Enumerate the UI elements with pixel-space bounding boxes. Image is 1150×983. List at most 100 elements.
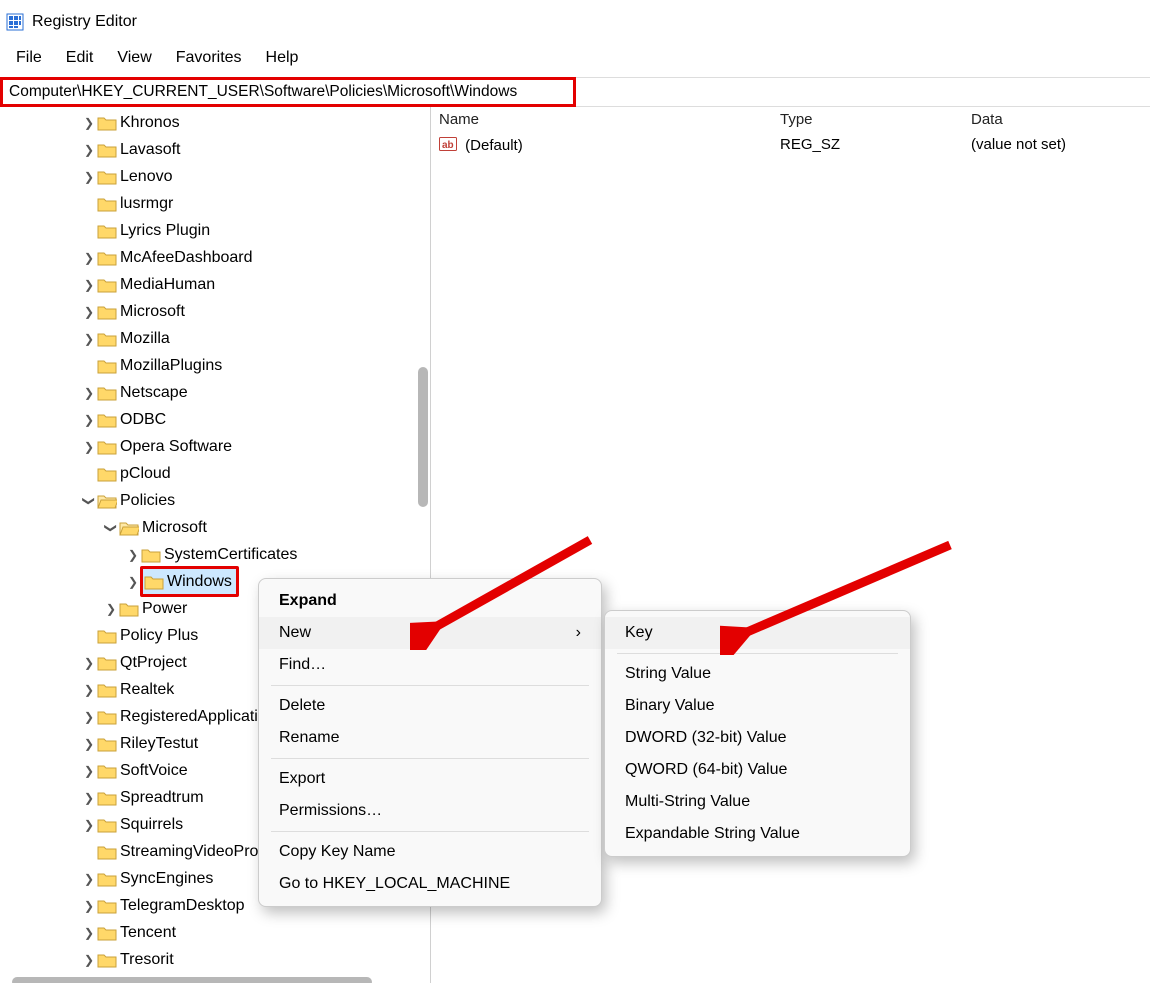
expand-icon[interactable]: ❯ xyxy=(126,548,140,562)
menu-help[interactable]: Help xyxy=(256,47,309,69)
tree-item-label: MediaHuman xyxy=(120,276,215,294)
value-type: REG_SZ xyxy=(772,132,963,160)
ctx-find[interactable]: Find… xyxy=(259,649,601,681)
separator xyxy=(617,653,898,654)
tree-item-label: Spreadtrum xyxy=(120,789,204,807)
ctx-new-multistring[interactable]: Multi-String Value xyxy=(605,786,910,818)
expand-icon[interactable]: ❯ xyxy=(104,602,118,616)
tree-item[interactable]: .pCloud xyxy=(0,460,430,487)
expand-icon[interactable]: ❯ xyxy=(82,656,96,670)
tree-item[interactable]: ❯ MediaHuman xyxy=(0,271,430,298)
expand-icon[interactable]: ❯ xyxy=(82,683,96,697)
tree-item-label: QtProject xyxy=(120,654,187,672)
expand-icon[interactable]: ❯ xyxy=(82,278,96,292)
expand-icon[interactable]: ❯ xyxy=(82,251,96,265)
expand-icon[interactable]: ❯ xyxy=(82,899,96,913)
value-data: (value not set) xyxy=(963,132,1150,160)
expand-icon[interactable]: ❯ xyxy=(82,386,96,400)
tree-item[interactable]: ❯ Netscape xyxy=(0,379,430,406)
ctx-rename[interactable]: Rename xyxy=(259,722,601,754)
tree-item-label: RileyTestut xyxy=(120,735,198,753)
expand-icon[interactable]: ❯ xyxy=(82,926,96,940)
expand-icon[interactable]: ❯ xyxy=(82,413,96,427)
ctx-new[interactable]: New › xyxy=(259,617,601,649)
ctx-new-dword[interactable]: DWORD (32-bit) Value xyxy=(605,722,910,754)
menu-file[interactable]: File xyxy=(6,47,52,69)
tree-item[interactable]: ❯Mozilla xyxy=(0,325,430,352)
menu-view[interactable]: View xyxy=(107,47,161,69)
tree-item[interactable]: ❯McAfeeDashboard xyxy=(0,244,430,271)
horizontal-scrollbar-thumb[interactable] xyxy=(12,977,372,983)
tree-item[interactable]: ❯ Opera Software xyxy=(0,433,430,460)
tree-item-label: Lavasoft xyxy=(120,141,180,159)
expand-icon[interactable]: ❯ xyxy=(82,143,96,157)
tree-item[interactable]: .MozillaPlugins xyxy=(0,352,430,379)
expand-icon[interactable]: ❯ xyxy=(126,575,140,589)
tree-item-label: Realtek xyxy=(120,681,174,699)
context-menu: Expand New › Find… Delete Rename Export … xyxy=(258,578,602,907)
tree-item[interactable]: .lusrmgr xyxy=(0,190,430,217)
tree-item[interactable]: ❯Lenovo xyxy=(0,163,430,190)
string-value-icon: ab xyxy=(439,136,457,156)
tree-item-label: TelegramDesktop xyxy=(120,897,245,915)
ctx-new-qword[interactable]: QWORD (64-bit) Value xyxy=(605,754,910,786)
expand-icon[interactable]: ❯ xyxy=(82,737,96,751)
tree-item-label: Policies xyxy=(120,492,175,510)
collapse-icon[interactable]: ❯ xyxy=(104,521,118,535)
separator xyxy=(271,758,589,759)
ctx-new-expandstring[interactable]: Expandable String Value xyxy=(605,818,910,850)
ctx-new-binary[interactable]: Binary Value xyxy=(605,690,910,722)
ctx-export[interactable]: Export xyxy=(259,763,601,795)
tree-item[interactable]: ❯ Policies xyxy=(0,487,430,514)
tree-item[interactable]: ❯ ODBC xyxy=(0,406,430,433)
tree-item[interactable]: .Lyrics Plugin xyxy=(0,217,430,244)
tree-item[interactable]: ❯SystemCertificates xyxy=(0,541,430,568)
vertical-scrollbar-thumb[interactable] xyxy=(418,367,428,507)
address-bar[interactable]: Computer\HKEY_CURRENT_USER\Software\Poli… xyxy=(0,77,576,107)
tree-item-label: ODBC xyxy=(120,411,166,429)
collapse-icon[interactable]: ❯ xyxy=(82,494,96,508)
expand-icon[interactable]: ❯ xyxy=(82,791,96,805)
ctx-goto-hklm[interactable]: Go to HKEY_LOCAL_MACHINE xyxy=(259,868,601,900)
ctx-copy-key-name[interactable]: Copy Key Name xyxy=(259,836,601,868)
ctx-expand[interactable]: Expand xyxy=(259,585,601,617)
expand-icon[interactable]: ❯ xyxy=(82,116,96,130)
column-header-type[interactable]: Type xyxy=(772,107,963,132)
submenu-arrow-icon: › xyxy=(576,624,581,642)
ctx-permissions[interactable]: Permissions… xyxy=(259,795,601,827)
expand-icon[interactable]: ❯ xyxy=(82,440,96,454)
ctx-new-string[interactable]: String Value xyxy=(605,658,910,690)
tree-item[interactable]: ❯ Lavasoft xyxy=(0,136,430,163)
tree-item-label: Netscape xyxy=(120,384,188,402)
tree-item-label: Opera Software xyxy=(120,438,232,456)
expand-icon[interactable]: ❯ xyxy=(82,818,96,832)
tree-item-label: Microsoft xyxy=(142,519,207,537)
tree-item-label: Policy Plus xyxy=(120,627,198,645)
tree-item[interactable]: ❯ Tresorit xyxy=(0,946,430,973)
expand-icon[interactable]: ❯ xyxy=(82,332,96,346)
ctx-new-key[interactable]: Key xyxy=(605,617,910,649)
column-header-data[interactable]: Data xyxy=(963,107,1150,132)
menu-favorites[interactable]: Favorites xyxy=(166,47,252,69)
tree-item[interactable]: ❯Khronos xyxy=(0,109,430,136)
expand-icon[interactable]: ❯ xyxy=(82,170,96,184)
column-header-name[interactable]: Name xyxy=(431,107,772,132)
value-row[interactable]: ab (Default) REG_SZ (value not set) xyxy=(431,132,1150,160)
tree-item-label: Squirrels xyxy=(120,816,183,834)
app-icon xyxy=(6,13,24,31)
tree-item[interactable]: ❯ Microsoft xyxy=(0,298,430,325)
expand-icon[interactable]: ❯ xyxy=(82,764,96,778)
expand-icon[interactable]: ❯ xyxy=(82,710,96,724)
expand-icon[interactable]: ❯ xyxy=(82,953,96,967)
ctx-delete[interactable]: Delete xyxy=(259,690,601,722)
expand-icon[interactable]: ❯ xyxy=(82,305,96,319)
tree-item[interactable]: ❯ Microsoft xyxy=(0,514,430,541)
tree-item-label: Tencent xyxy=(120,924,176,942)
expand-icon[interactable]: ❯ xyxy=(82,872,96,886)
separator xyxy=(271,831,589,832)
tree-item[interactable]: ❯ Tencent xyxy=(0,919,430,946)
tree-item-label: Microsoft xyxy=(120,303,185,321)
tree-item-label: Tresorit xyxy=(120,951,174,969)
tree-item-label: SyncEngines xyxy=(120,870,213,888)
menu-edit[interactable]: Edit xyxy=(56,47,104,69)
